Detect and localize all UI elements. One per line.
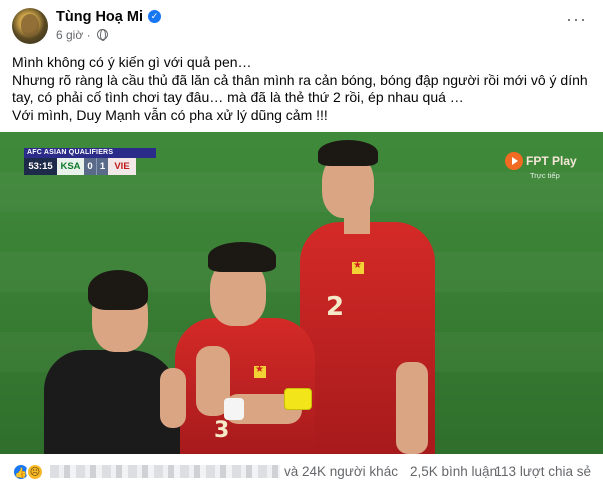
reaction-icons[interactable]: 👍 ☹ xyxy=(12,463,48,481)
blurred-reactor-names xyxy=(50,465,280,478)
author-avatar[interactable] xyxy=(12,8,48,44)
broadcaster-logo: FPT Play Trực tiếp xyxy=(505,152,579,182)
post-photo[interactable]: AFC ASIAN QUALIFIERS 53:15 KSA 0 1 VIE F… xyxy=(0,132,603,454)
more-horizontal-icon[interactable]: ··· xyxy=(566,10,587,28)
post-time[interactable]: 6 giờ xyxy=(56,28,83,42)
competition-name: AFC ASIAN QUALIFIERS xyxy=(24,148,156,158)
broadcaster-subtitle: Trực tiếp xyxy=(530,171,560,180)
wrist-tape xyxy=(224,398,244,420)
verified-badge-icon: ✓ xyxy=(148,10,161,23)
post-text: Mình không có ý kiến gì với quả pen… Như… xyxy=(12,54,592,124)
facebook-post: Tùng Hoạ Mi ✓ 6 giờ · ··· Mình không có … xyxy=(0,0,603,491)
sad-icon: ☹ xyxy=(26,463,44,481)
referee-hand xyxy=(160,368,186,428)
match-clock: 53:15 xyxy=(24,158,57,175)
author-name[interactable]: Tùng Hoạ Mi xyxy=(56,9,143,25)
play-logo-icon xyxy=(505,152,523,170)
player-2-number: 2 xyxy=(326,292,345,322)
comment-count[interactable]: 2,5K bình luận xyxy=(410,464,497,479)
home-score: 0 xyxy=(84,158,96,175)
post-footer: 👍 ☹ và 24K người khác 2,5K bình luận 113… xyxy=(12,460,591,484)
flag-badge-icon xyxy=(352,260,364,274)
away-score: 1 xyxy=(96,158,108,175)
globe-icon xyxy=(96,29,108,41)
player-2-hair xyxy=(318,140,378,166)
captain-armband xyxy=(284,388,312,410)
reaction-count[interactable]: và 24K người khác xyxy=(284,464,398,479)
post-text-line: Mình không có ý kiến gì với quả pen… xyxy=(12,54,252,70)
away-team: VIE xyxy=(108,158,136,175)
player-3-hair xyxy=(208,242,276,272)
referee-hair xyxy=(88,270,148,310)
post-meta: 6 giờ · xyxy=(56,28,108,42)
player-3-number: 3 xyxy=(214,418,230,443)
share-count[interactable]: 113 lượt chia sẻ xyxy=(495,464,591,479)
home-team: KSA xyxy=(57,158,84,175)
post-header: Tùng Hoạ Mi ✓ 6 giờ · ··· xyxy=(12,8,591,44)
flag-badge-icon xyxy=(254,364,266,378)
broadcaster-name: FPT Play xyxy=(526,154,577,168)
post-text-line: Nhưng rõ ràng là cầu thủ đã lăn cả thân … xyxy=(12,71,588,106)
scorebug: AFC ASIAN QUALIFIERS 53:15 KSA 0 1 VIE xyxy=(24,148,156,175)
post-text-line: Với mình, Duy Mạnh vẫn có pha xử lý dũng… xyxy=(12,106,328,123)
player-2-arm xyxy=(396,362,428,454)
score-row: 53:15 KSA 0 1 VIE xyxy=(24,158,156,175)
